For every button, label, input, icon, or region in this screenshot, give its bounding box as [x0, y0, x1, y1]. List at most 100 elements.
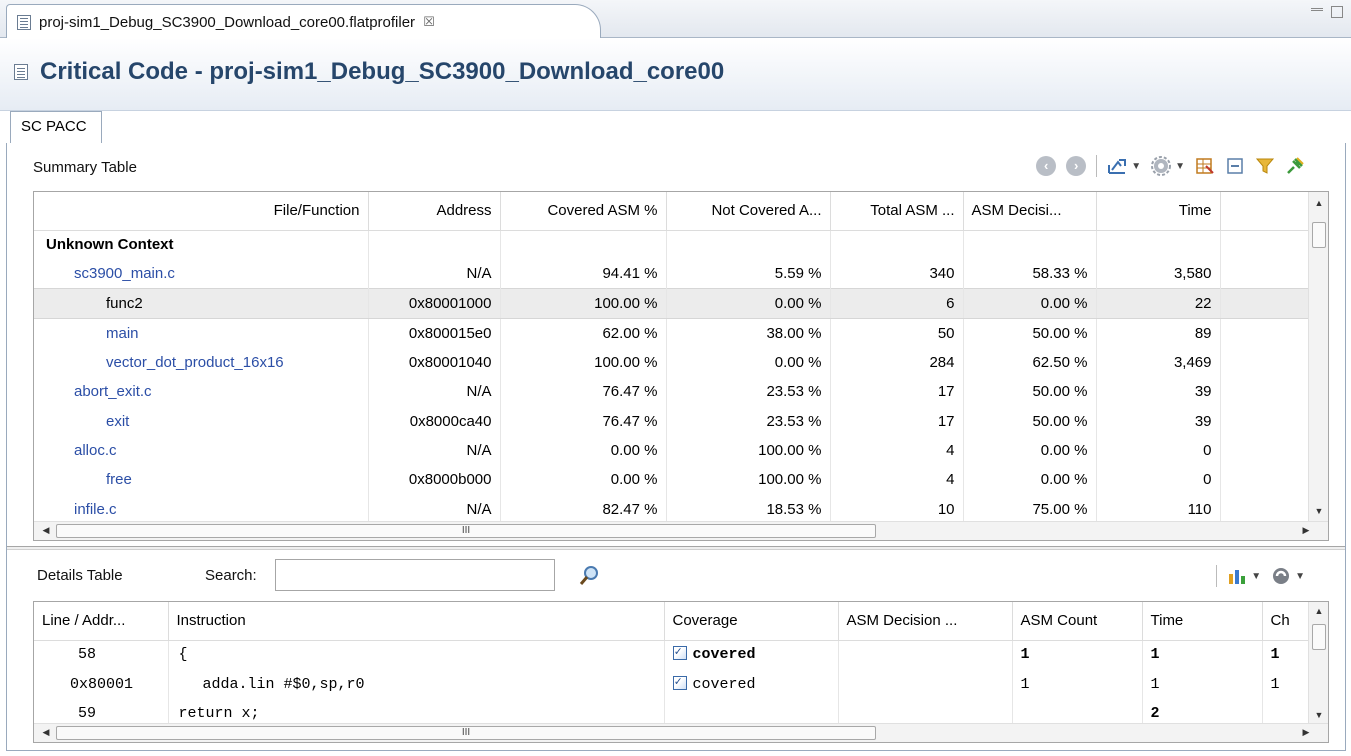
summary-row[interactable]: main 0x800015e0 62.00 % 38.00 % 50 50.00 % 89 — [34, 318, 1311, 348]
editor-tab-title: proj-sim1_Debug_SC3900_Download_core00.f… — [39, 13, 416, 31]
form-title: Critical Code - proj-sim1_Debug_SC3900_D… — [14, 58, 724, 86]
summary-value-cell: 100.00 % — [500, 347, 667, 377]
details-row[interactable]: 0x80001adda.lin #$0,sp,r0covered111 — [34, 669, 1311, 699]
details-row[interactable]: 58{covered111 — [34, 640, 1311, 670]
summary-section-header: Summary Table ‹ › ▼ ▼ — [7, 143, 1345, 191]
summary-row[interactable]: func2 0x80001000 100.00 % 0.00 % 6 0.00 % 22 — [34, 288, 1311, 319]
summary-grid: File/Function Address Covered ASM % Not … — [34, 192, 1311, 524]
summary-row[interactable]: free 0x8000b000 0.00 % 100.00 % 4 0.00 % 0 — [34, 465, 1311, 495]
scroll-right-icon[interactable]: ▶ — [1296, 525, 1316, 536]
forward-icon[interactable]: › — [1066, 156, 1087, 176]
summary-value-cell: 4 — [830, 465, 964, 495]
back-icon[interactable]: ‹ — [1036, 156, 1057, 176]
coverage-text: covered — [692, 675, 756, 693]
summary-value-cell: 18.53 % — [666, 494, 831, 524]
toolbar-separator — [1216, 565, 1218, 587]
summary-vertical-scrollbar[interactable]: ▲ ▼ — [1308, 192, 1328, 522]
col-asm-count[interactable]: ASM Count — [1012, 602, 1143, 641]
col-not-covered-asm[interactable]: Not Covered A... — [666, 192, 831, 231]
file-function-cell: vector_dot_product_16x16 — [34, 347, 369, 377]
export-icon[interactable] — [1107, 156, 1127, 176]
file-function-cell: func2 — [34, 288, 369, 319]
tab-sc-pacc[interactable]: SC PACC — [10, 111, 102, 144]
col-coverage[interactable]: Coverage — [664, 602, 839, 641]
col-address[interactable]: Address — [368, 192, 501, 231]
window-controls — [1311, 6, 1343, 20]
chart-dropdown-icon[interactable]: ▼ — [1251, 571, 1261, 582]
summary-horizontal-scrollbar[interactable]: ◀ III ▶ — [34, 521, 1328, 540]
bar-chart-icon[interactable] — [1227, 566, 1247, 586]
summary-value-cell: 3,580 — [1096, 259, 1221, 289]
summary-row[interactable]: abort_exit.c N/A 76.47 % 23.53 % 17 50.00 % 39 — [34, 376, 1311, 407]
configure-columns-icon[interactable] — [1195, 156, 1215, 176]
details-hscroll-thumb[interactable]: III — [56, 726, 876, 740]
scroll-right-icon[interactable]: ▶ — [1296, 727, 1316, 738]
pin-icon[interactable] — [1285, 156, 1305, 176]
col-covered-asm[interactable]: Covered ASM % — [500, 192, 667, 231]
summary-row[interactable]: Unknown Context — [34, 230, 1311, 260]
instruction-cell: { — [168, 640, 665, 670]
settings-dropdown-icon[interactable]: ▼ — [1175, 161, 1185, 172]
summary-hscroll-thumb[interactable]: III — [56, 524, 876, 538]
col-file-function[interactable]: File/Function — [34, 192, 369, 231]
covered-check-icon — [672, 674, 687, 690]
summary-row[interactable]: vector_dot_product_16x16 0x80001040 100.00… — [34, 347, 1311, 377]
col-total-asm[interactable]: Total ASM ... — [830, 192, 964, 231]
summary-row[interactable]: alloc.c N/A 0.00 % 100.00 % 4 0.00 % 0 — [34, 435, 1311, 466]
scroll-down-icon[interactable]: ▼ — [1309, 710, 1328, 720]
display-dropdown-icon[interactable]: ▼ — [1295, 571, 1305, 582]
col-asm-decision-detail[interactable]: ASM Decision ... — [838, 602, 1013, 641]
summary-value-cell: 75.00 % — [963, 494, 1097, 524]
scroll-up-icon[interactable]: ▲ — [1309, 606, 1328, 616]
summary-value-cell: 0.00 % — [963, 435, 1097, 466]
line-addr-cell: 58 — [34, 640, 169, 670]
filler-cell — [1220, 494, 1311, 524]
search-input[interactable] — [275, 559, 555, 591]
col-line-addr[interactable]: Line / Addr... — [34, 602, 169, 641]
form-title-text: Critical Code - proj-sim1_Debug_SC3900_D… — [40, 58, 725, 85]
summary-row[interactable]: infile.c N/A 82.47 % 18.53 % 10 75.00 % 110 — [34, 494, 1311, 524]
col-time-detail[interactable]: Time — [1142, 602, 1263, 641]
editor-tab-strip: proj-sim1_Debug_SC3900_Download_core00.f… — [0, 0, 1351, 39]
col-ch[interactable]: Ch — [1262, 602, 1311, 641]
filter-icon[interactable] — [1255, 156, 1275, 176]
details-toolbar: ▼ ▼ — [1216, 565, 1305, 587]
summary-vscroll-thumb[interactable] — [1312, 222, 1326, 248]
summary-value-cell: 0x80001000 — [368, 288, 501, 319]
settings-icon[interactable] — [1151, 156, 1172, 176]
close-tab-icon[interactable]: ☒ — [423, 14, 435, 30]
editor-tab[interactable]: proj-sim1_Debug_SC3900_Download_core00.f… — [6, 4, 601, 39]
summary-value-cell: 38.00 % — [666, 318, 831, 348]
summary-row[interactable]: exit 0x8000ca40 76.47 % 23.53 % 17 50.00 % 39 — [34, 406, 1311, 436]
search-icon[interactable] — [579, 565, 599, 585]
export-dropdown-icon[interactable]: ▼ — [1131, 161, 1141, 172]
ch-cell: 1 — [1262, 640, 1311, 670]
col-asm-decision[interactable]: ASM Decisi... — [963, 192, 1097, 231]
details-grid: Line / Addr... Instruction Coverage ASM … — [34, 602, 1311, 729]
details-vertical-scrollbar[interactable]: ▲ ▼ — [1308, 602, 1328, 724]
asm-count-cell: 1 — [1012, 640, 1143, 670]
scroll-down-icon[interactable]: ▼ — [1309, 506, 1328, 516]
pane-splitter[interactable] — [7, 546, 1345, 550]
scroll-left-icon[interactable]: ◀ — [36, 727, 56, 738]
ch-cell: 1 — [1262, 669, 1311, 699]
file-function-cell: sc3900_main.c — [34, 259, 369, 289]
details-vscroll-thumb[interactable] — [1312, 624, 1326, 650]
summary-value-cell — [1096, 230, 1221, 260]
details-section-header: Details Table Search: ▼ ▼ — [7, 553, 1345, 601]
display-options-icon[interactable] — [1271, 566, 1291, 586]
col-instruction[interactable]: Instruction — [168, 602, 665, 641]
scroll-up-icon[interactable]: ▲ — [1309, 198, 1328, 208]
collapse-all-icon[interactable] — [1225, 156, 1245, 176]
summary-value-cell — [830, 230, 964, 260]
maximize-icon[interactable] — [1331, 6, 1343, 18]
summary-value-cell: 50 — [830, 318, 964, 348]
line-addr-cell: 0x80001 — [34, 669, 169, 699]
summary-value-cell: 82.47 % — [500, 494, 667, 524]
details-horizontal-scrollbar[interactable]: ◀ III ▶ — [34, 723, 1328, 742]
col-time[interactable]: Time — [1096, 192, 1221, 231]
summary-value-cell: 0.00 % — [666, 347, 831, 377]
summary-row[interactable]: sc3900_main.c N/A 94.41 % 5.59 % 340 58.33 % 3… — [34, 259, 1311, 289]
scroll-left-icon[interactable]: ◀ — [36, 525, 56, 536]
minimize-icon[interactable] — [1311, 8, 1323, 20]
